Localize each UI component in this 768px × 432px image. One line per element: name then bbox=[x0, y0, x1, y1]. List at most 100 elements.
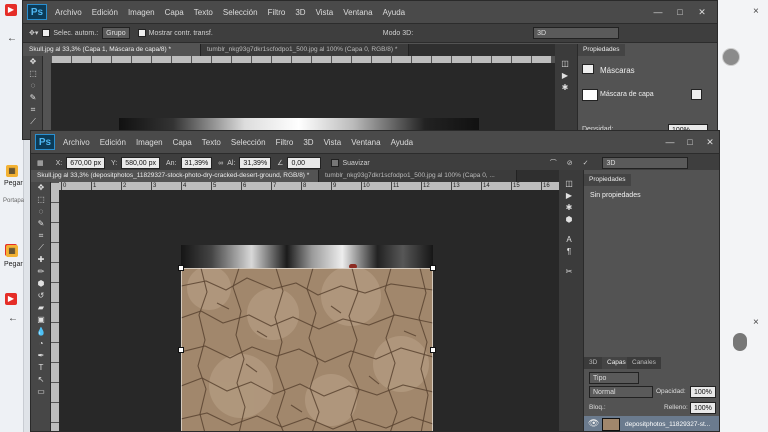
antialias-checkbox[interactable] bbox=[331, 159, 340, 167]
angle-field[interactable]: 0,00 bbox=[287, 157, 322, 169]
youtube-icon[interactable]: ▶ bbox=[5, 4, 17, 16]
close-button-front[interactable]: ✕ bbox=[703, 136, 717, 148]
menu-ventana-front[interactable]: Ventana bbox=[351, 138, 380, 147]
marquee-tool-icon[interactable]: ⬚ bbox=[23, 68, 43, 80]
healing-brush-icon[interactable]: ✚ bbox=[31, 254, 51, 266]
y-position-field[interactable]: 580,00 px bbox=[121, 157, 160, 169]
opacity-field[interactable]: 100% bbox=[690, 386, 716, 398]
properties-tab[interactable]: Propiedades bbox=[578, 44, 625, 56]
history-brush-icon[interactable]: ↺ bbox=[31, 290, 51, 302]
paragraph-icon[interactable]: ¶ bbox=[559, 246, 579, 258]
width-field[interactable]: 31,39% bbox=[180, 157, 213, 169]
menu-texto[interactable]: Texto bbox=[194, 8, 213, 17]
doc-tab-skull-front[interactable]: Skull.jpg al 33,3% (depositphotos_118293… bbox=[31, 170, 319, 182]
transform-handle-top-right[interactable] bbox=[430, 265, 436, 271]
menu-imagen[interactable]: Imagen bbox=[128, 8, 155, 17]
close-button[interactable]: ✕ bbox=[695, 6, 709, 18]
browser-close-icon[interactable]: × bbox=[753, 6, 759, 17]
auto-select-checkbox[interactable] bbox=[42, 29, 51, 37]
tool-presets-icon[interactable]: ✂ bbox=[559, 266, 579, 278]
menu-capa-front[interactable]: Capa bbox=[173, 138, 192, 147]
shape-tool-icon[interactable]: ▭ bbox=[31, 386, 51, 398]
menu-edicion[interactable]: Edición bbox=[92, 8, 118, 17]
transform-bounding-box[interactable] bbox=[181, 268, 433, 431]
menu-texto-front[interactable]: Texto bbox=[202, 138, 221, 147]
character-icon[interactable]: A bbox=[559, 234, 579, 246]
clipboard-icon-2[interactable]: ▦ bbox=[6, 245, 18, 257]
clone-stamp-icon[interactable]: ⬢ bbox=[31, 278, 51, 290]
type-tool-icon[interactable]: T bbox=[31, 362, 51, 374]
x-position-field[interactable]: 670,00 px bbox=[66, 157, 105, 169]
move-tool-icon-front[interactable]: ✥ bbox=[31, 182, 51, 194]
transform-handle-middle-left[interactable] bbox=[178, 347, 184, 353]
crop-tool-icon[interactable]: ⌗ bbox=[23, 104, 43, 116]
eyedropper-icon[interactable]: ⟋ bbox=[23, 116, 43, 128]
eyedropper-icon-front[interactable]: ⟋ bbox=[31, 242, 51, 254]
lasso-tool-icon-front[interactable]: ◌ bbox=[31, 206, 51, 218]
workspace-select[interactable]: 3D bbox=[533, 27, 620, 39]
warp-icon[interactable]: ⌒ bbox=[550, 158, 557, 168]
layers-3d-tab[interactable]: 3D bbox=[584, 357, 603, 369]
menu-vista[interactable]: Vista bbox=[316, 8, 334, 17]
brush-tool-icon[interactable]: ✏ bbox=[31, 266, 51, 278]
menu-filtro-front[interactable]: Filtro bbox=[276, 138, 294, 147]
magic-wand-icon[interactable]: ✎ bbox=[31, 218, 51, 230]
transform-controls-checkbox[interactable] bbox=[137, 29, 146, 37]
cancel-transform-icon[interactable]: ⊘ bbox=[567, 159, 573, 167]
history-icon-front[interactable]: ◫ bbox=[559, 178, 579, 190]
visibility-eye-icon[interactable]: 👁 bbox=[588, 418, 599, 429]
menu-ayuda-front[interactable]: Ayuda bbox=[391, 138, 414, 147]
eraser-tool-icon[interactable]: ▰ bbox=[31, 302, 51, 314]
commit-transform-icon[interactable]: ✓ bbox=[583, 159, 589, 167]
clone-source-icon[interactable]: ⬢ bbox=[559, 214, 579, 226]
crop-tool-icon-front[interactable]: ⌗ bbox=[31, 230, 51, 242]
properties-tab-front[interactable]: Propiedades bbox=[584, 174, 631, 186]
clipboard-icon[interactable]: ▦ bbox=[6, 165, 18, 177]
browser-close-icon-2[interactable]: × bbox=[753, 317, 759, 328]
height-field[interactable]: 31,39% bbox=[239, 157, 272, 169]
blur-tool-icon[interactable]: 💧 bbox=[31, 326, 51, 338]
doc-tab-tumblr-front[interactable]: tumblr_nkg93g7dkr1scfodpo1_500.jpg al 10… bbox=[319, 170, 517, 182]
lasso-tool-icon[interactable]: ◌ bbox=[23, 80, 43, 92]
menu-3d-front[interactable]: 3D bbox=[303, 138, 313, 147]
move-tool-icon[interactable]: ✥▾ bbox=[29, 29, 38, 37]
mask-select-icon[interactable] bbox=[691, 89, 702, 100]
doc-tab-tumblr[interactable]: tumblr_nkg93g7dkr1scfodpo1_500.jpg al 10… bbox=[201, 44, 409, 56]
menu-seleccion-front[interactable]: Selección bbox=[231, 138, 266, 147]
layer-kind-filter[interactable]: Tipo bbox=[589, 372, 639, 384]
brush-settings-icon[interactable]: ✱ bbox=[559, 202, 579, 214]
doc-tab-skull[interactable]: Skull.jpg al 33,3% (Capa 1, Máscara de c… bbox=[23, 44, 201, 56]
link-icon[interactable]: ∞ bbox=[218, 160, 223, 167]
brush-presets-icon[interactable]: ✱ bbox=[555, 82, 575, 94]
menu-imagen-front[interactable]: Imagen bbox=[136, 138, 163, 147]
actions-icon[interactable]: ▶ bbox=[555, 70, 575, 82]
history-icon[interactable]: ◫ bbox=[555, 58, 575, 70]
actions-icon-front[interactable]: ▶ bbox=[559, 190, 579, 202]
menu-vista-front[interactable]: Vista bbox=[324, 138, 342, 147]
workspace-select-front[interactable]: 3D bbox=[602, 157, 689, 169]
move-tool-icon-2[interactable]: ✥ bbox=[23, 56, 43, 68]
maximize-button-front[interactable]: □ bbox=[683, 136, 697, 148]
gradient-tool-icon[interactable]: ▣ bbox=[31, 314, 51, 326]
menu-capa[interactable]: Capa bbox=[165, 8, 184, 17]
pen-tool-icon[interactable]: ✒ bbox=[31, 350, 51, 362]
menu-edicion-front[interactable]: Edición bbox=[100, 138, 126, 147]
profile-avatar[interactable] bbox=[722, 48, 740, 66]
browser-back-arrow-2[interactable]: ← bbox=[8, 313, 18, 324]
menu-seleccion[interactable]: Selección bbox=[223, 8, 258, 17]
fill-field[interactable]: 100% bbox=[690, 402, 716, 414]
menu-filtro[interactable]: Filtro bbox=[268, 8, 286, 17]
rect-marquee-tool-icon[interactable]: ⬚ bbox=[31, 194, 51, 206]
profile-avatar-2[interactable] bbox=[733, 333, 747, 351]
minimize-button-front[interactable]: — bbox=[663, 136, 677, 148]
minimize-button[interactable]: — bbox=[651, 6, 665, 18]
reference-point-icon[interactable]: ▦ bbox=[37, 159, 44, 167]
youtube-icon-3[interactable]: ▶ bbox=[5, 293, 17, 305]
browser-back-arrow[interactable]: ← bbox=[7, 33, 17, 44]
layers-channels-tab[interactable]: Canales bbox=[627, 357, 661, 369]
menu-ventana[interactable]: Ventana bbox=[343, 8, 372, 17]
active-layer-row[interactable]: 👁 depositphotos_11829327-st... bbox=[584, 416, 719, 431]
menu-archivo-front[interactable]: Archivo bbox=[63, 138, 90, 147]
menu-ayuda[interactable]: Ayuda bbox=[383, 8, 406, 17]
menu-3d[interactable]: 3D bbox=[295, 8, 305, 17]
